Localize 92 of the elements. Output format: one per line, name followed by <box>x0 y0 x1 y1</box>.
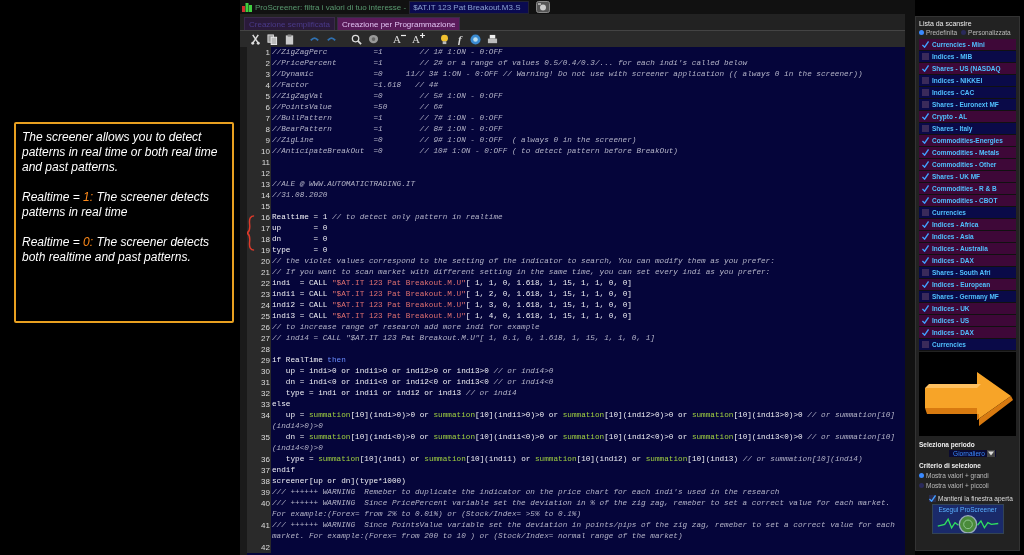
checkbox[interactable] <box>922 329 929 336</box>
line-number: 25 <box>247 311 271 322</box>
checkbox[interactable] <box>922 197 929 204</box>
checkbox[interactable] <box>922 77 929 84</box>
checkbox[interactable] <box>922 161 929 168</box>
line-number: 14 <box>247 190 271 201</box>
checkbox[interactable] <box>922 125 929 132</box>
line-number: 6 <box>247 102 271 113</box>
checkbox[interactable] <box>929 495 936 502</box>
line-number: 10 <box>247 146 271 157</box>
line-number: 9 <box>247 135 271 146</box>
print-icon[interactable] <box>486 33 498 45</box>
line-number: 19 <box>247 245 271 256</box>
checkbox[interactable] <box>922 209 929 216</box>
checkbox[interactable] <box>922 245 929 252</box>
line-number: 33 <box>247 399 271 410</box>
line-number: 34 <box>247 410 271 432</box>
camera-icon[interactable] <box>536 1 551 13</box>
checkbox[interactable] <box>922 113 929 120</box>
font-smaller-button[interactable]: A <box>393 32 406 46</box>
checkbox[interactable] <box>922 149 929 156</box>
checkbox[interactable] <box>922 341 929 348</box>
checkbox[interactable] <box>922 89 929 96</box>
checkbox[interactable] <box>922 305 929 312</box>
checkbox[interactable] <box>922 137 929 144</box>
line-number: 8 <box>247 124 271 135</box>
line-number: 39 <box>247 487 271 498</box>
font-larger-button[interactable]: A <box>411 32 425 46</box>
line-number: 12 <box>247 168 271 179</box>
line-number: 37 <box>247 465 271 476</box>
line-number: 29 <box>247 355 271 366</box>
line-number: 3 <box>247 69 271 80</box>
line-number: 26 <box>247 322 271 333</box>
line-number: 31 <box>247 377 271 388</box>
callout-text: Realtime = 0: The screener detects both realtime and past patterns. <box>22 235 211 265</box>
line-number: 18 <box>247 234 271 245</box>
line-number: 13 <box>247 179 271 190</box>
line-number: 24 <box>247 300 271 311</box>
line-number: 4 <box>247 80 271 91</box>
file-tab[interactable]: $AT.IT 123 Pat Breakout.M3.S <box>409 0 530 14</box>
line-number: 5 <box>247 91 271 102</box>
copy-icon[interactable] <box>267 33 278 45</box>
checkbox[interactable] <box>922 317 929 324</box>
search-icon[interactable] <box>351 33 362 45</box>
minus-icon <box>400 32 406 38</box>
paste-icon[interactable] <box>284 33 295 45</box>
line-number: 20 <box>247 256 271 267</box>
plus-icon <box>419 32 425 38</box>
bar-chart-icon <box>242 2 252 12</box>
help-icon[interactable] <box>469 33 481 45</box>
checkbox[interactable] <box>922 221 929 228</box>
line-number: 21 <box>247 267 271 278</box>
checkbox[interactable] <box>922 101 929 108</box>
line-number: 28 <box>247 344 271 355</box>
brace-icon <box>247 215 255 251</box>
line-number: 36 <box>247 454 271 465</box>
checkbox[interactable] <box>922 293 929 300</box>
line-number: 2 <box>247 58 271 69</box>
scrollbar[interactable] <box>905 0 915 555</box>
line-number: 42 <box>247 542 271 553</box>
line-number: 30 <box>247 366 271 377</box>
line-number: 40 <box>247 498 271 520</box>
checkbox[interactable] <box>922 41 929 48</box>
line-number: 38 <box>247 476 271 487</box>
bulb-icon[interactable] <box>438 33 450 45</box>
checkbox[interactable] <box>922 269 929 276</box>
checkbox[interactable] <box>922 185 929 192</box>
checkbox[interactable] <box>922 65 929 72</box>
callout-text: Realtime = 1: The screener detects patterns in real time <box>22 190 211 220</box>
caret-icon[interactable] <box>986 450 995 457</box>
tab[interactable]: Creazione per Programmazione <box>336 17 461 30</box>
checkbox[interactable] <box>922 281 929 288</box>
line-number: 7 <box>247 113 271 124</box>
callout-text: The screener allows you to detect patterns in real time or both real time and past patterns. <box>22 130 219 175</box>
checkbox[interactable] <box>922 53 929 60</box>
line-number: 1 <box>247 47 271 58</box>
checkbox[interactable] <box>922 257 929 264</box>
line-number: 15 <box>247 201 271 212</box>
line-number: 11 <box>247 157 271 168</box>
line-number: 23 <box>247 289 271 300</box>
line-number: 35 <box>247 432 271 454</box>
checkbox[interactable] <box>922 173 929 180</box>
line-number: 32 <box>247 388 271 399</box>
function-button[interactable]: f <box>455 32 464 46</box>
checkbox[interactable] <box>922 233 929 240</box>
window-title: ProScreener: filtra i valori di tuo interesse - <box>255 2 407 12</box>
line-number: 41 <box>247 520 271 542</box>
line-number: 27 <box>247 333 271 344</box>
line-number: 16 <box>247 212 271 223</box>
line-number: 17 <box>247 223 271 234</box>
line-number: 22 <box>247 278 271 289</box>
cut-icon[interactable] <box>250 33 261 45</box>
